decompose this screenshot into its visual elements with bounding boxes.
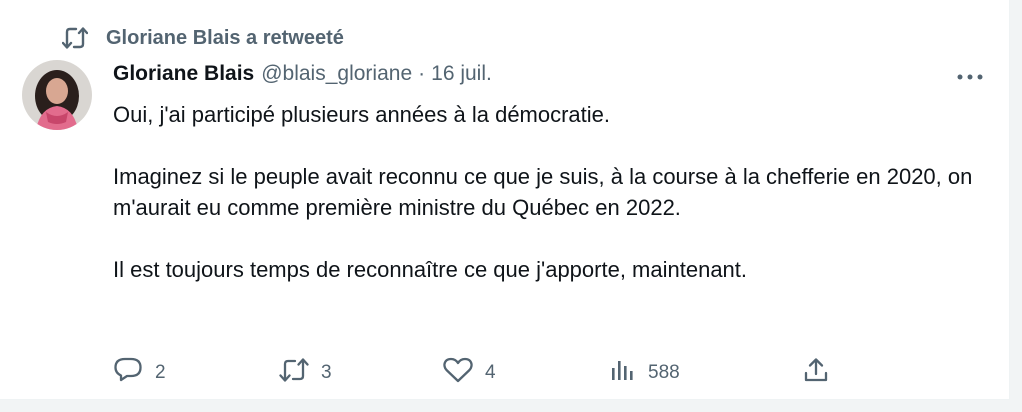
tweet-date[interactable]: 16 juil.: [431, 62, 492, 86]
retweet-indicator: Gloriane Blais a retweeté: [62, 24, 344, 52]
heart-icon: [443, 357, 473, 389]
tweet-paragraph: Oui, j'ai participé plusieurs années à l…: [113, 102, 611, 127]
tweet-paragraph: Il est toujours temps de reconnaître ce …: [113, 257, 748, 282]
retweet-button[interactable]: 3: [279, 357, 332, 389]
views-button[interactable]: 588: [610, 357, 680, 389]
header-separator: ·: [418, 62, 426, 85]
tweet-paragraph: Imaginez si le peuple avait reconnu ce q…: [113, 164, 973, 220]
author-handle[interactable]: @blais_gloriane: [261, 62, 412, 86]
tweet-card[interactable]: Gloriane Blais a retweeté Gloriane Blais…: [0, 0, 1010, 400]
tweet-actions: 2 3 4 588: [113, 357, 843, 389]
more-options-icon[interactable]: [952, 70, 988, 84]
reply-count: 2: [155, 362, 166, 383]
views-count: 588: [648, 362, 680, 383]
views-icon: [610, 358, 636, 388]
retweet-count: 3: [321, 362, 332, 383]
avatar[interactable]: [22, 60, 92, 130]
reply-icon: [113, 356, 143, 390]
retweet-label[interactable]: Gloriane Blais a retweeté: [106, 27, 344, 50]
tweet-text: Oui, j'ai participé plusieurs années à l…: [113, 99, 973, 285]
share-button[interactable]: [803, 357, 829, 389]
retweet-icon: [62, 27, 88, 49]
like-button[interactable]: 4: [443, 357, 496, 389]
share-icon: [803, 357, 829, 389]
author-name[interactable]: Gloriane Blais: [113, 62, 254, 86]
retweet-icon: [279, 358, 309, 388]
like-count: 4: [485, 362, 496, 383]
tweet-header: Gloriane Blais @blais_gloriane · 16 juil…: [113, 62, 492, 86]
reply-button[interactable]: 2: [113, 357, 166, 389]
